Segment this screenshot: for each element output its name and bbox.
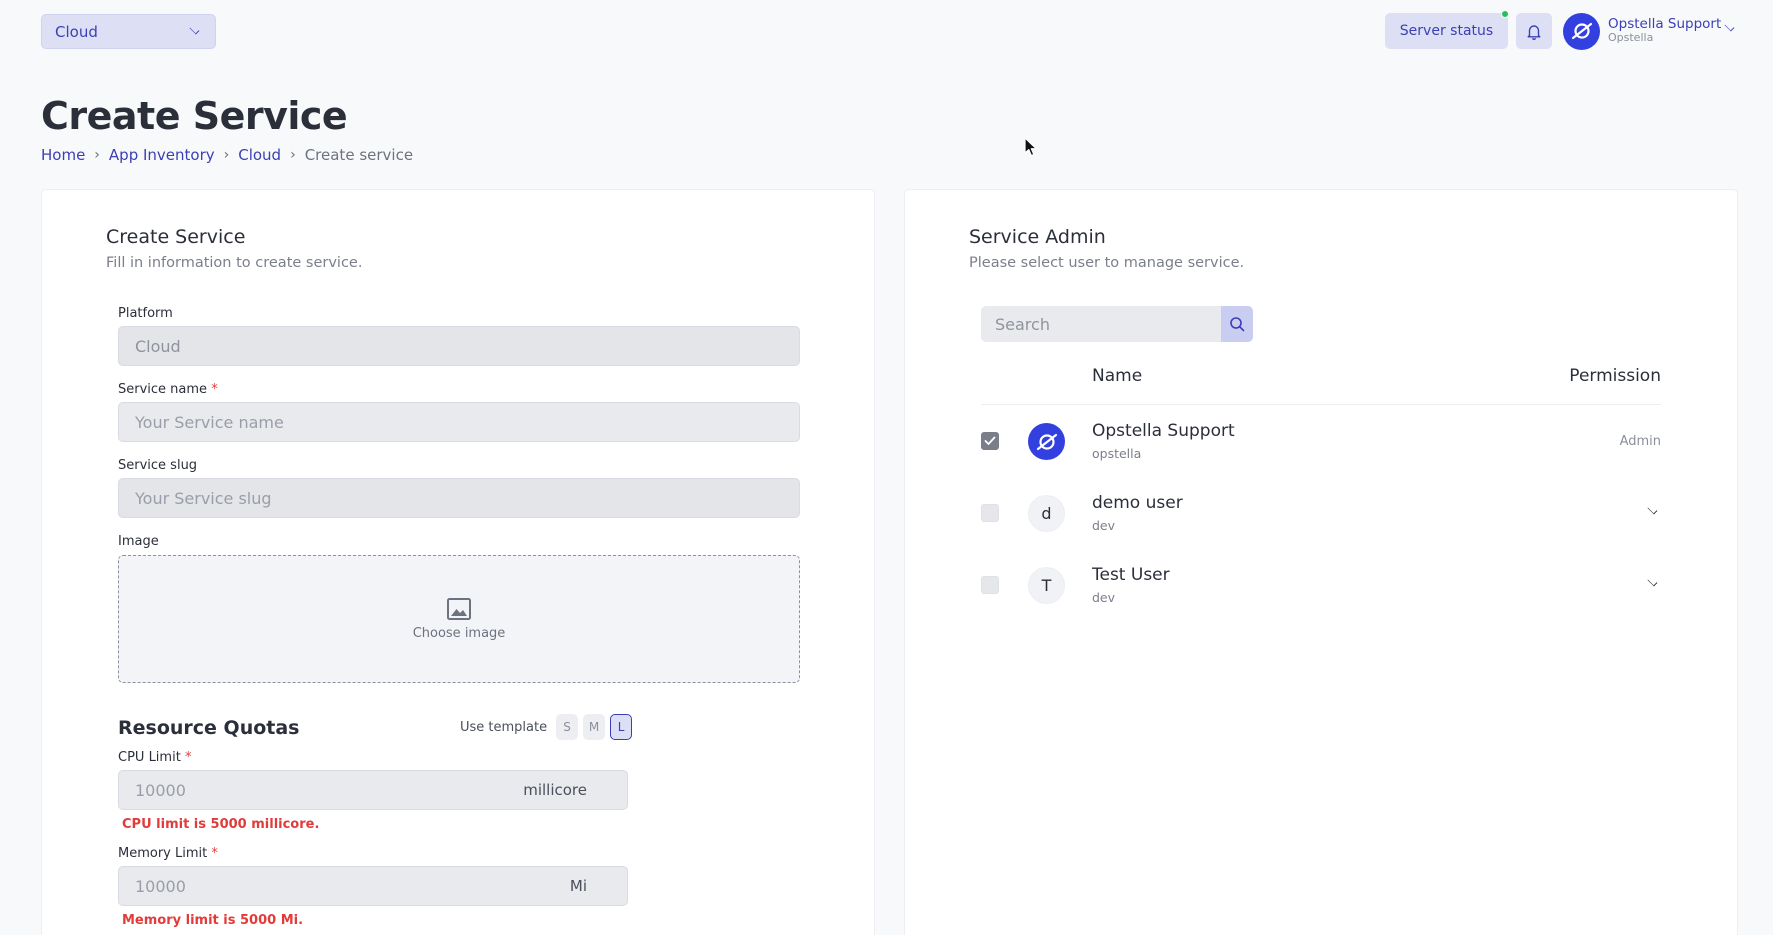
permission-value: Admin [1619, 434, 1661, 449]
choose-image-label: Choose image [412, 625, 506, 641]
search-icon [1230, 317, 1245, 332]
service-admin-subtitle: Please select user to manage service. [969, 255, 1245, 271]
header-divider [981, 404, 1661, 405]
template-s-button[interactable]: S [556, 714, 579, 740]
image-label: Image [118, 534, 159, 549]
breadcrumb-cloud[interactable]: Cloud [238, 146, 281, 164]
permission-dropdown-chevron-down-icon[interactable] [1647, 576, 1658, 587]
chevron-right-icon: › [94, 147, 100, 163]
check-icon [984, 436, 996, 445]
create-service-title: Create Service [106, 226, 246, 248]
user-checkbox[interactable] [981, 576, 999, 594]
memory-limit-label: Memory Limit * [118, 846, 218, 861]
user-name: Opstella Support [1608, 15, 1722, 32]
service-name-input[interactable] [118, 402, 800, 442]
platform-label: Platform [118, 306, 173, 321]
user-menu[interactable]: Opstella Support Opstella [1563, 12, 1735, 50]
user-row-name: Opstella Support [1092, 421, 1235, 441]
notifications-button[interactable] [1516, 13, 1552, 49]
platform-field-value: Cloud [135, 336, 181, 356]
service-name-label: Service name * [118, 382, 218, 397]
column-header-permission: Permission [1569, 366, 1661, 386]
cpu-limit-label: CPU Limit * [118, 750, 191, 765]
user-row-name: Test User [1092, 565, 1170, 585]
user-row-name: demo user [1092, 493, 1183, 513]
bell-icon [1527, 24, 1541, 40]
user-checkbox[interactable] [981, 504, 999, 522]
opstella-logo-icon [1028, 423, 1065, 460]
user-search [981, 306, 1253, 342]
template-m-button[interactable]: M [583, 714, 606, 740]
platform-select[interactable]: Cloud [41, 14, 216, 49]
cursor-icon [1024, 137, 1037, 157]
column-header-name: Name [1092, 366, 1143, 386]
user-search-input[interactable] [981, 306, 1221, 342]
required-marker: * [211, 846, 218, 861]
chevron-right-icon: › [290, 147, 296, 163]
service-slug-label: Service slug [118, 458, 198, 473]
user-row-handle: opstella [1092, 446, 1142, 461]
server-status-label: Server status [1399, 23, 1494, 39]
image-icon [447, 597, 471, 620]
user-checkbox[interactable] [981, 432, 999, 450]
create-service-subtitle: Fill in information to create service. [106, 255, 363, 271]
chevron-right-icon: › [223, 147, 230, 163]
resource-quotas-title: Resource Quotas [118, 717, 300, 739]
avatar: T [1028, 567, 1065, 604]
cpu-limit-error: CPU limit is 5000 millicore. [122, 817, 320, 832]
required-marker: * [211, 382, 218, 397]
cpu-limit-label-text: CPU Limit [118, 750, 181, 765]
memory-limit-label-text: Memory Limit [118, 846, 208, 861]
required-marker: * [184, 750, 192, 765]
chevron-down-icon [1724, 21, 1735, 32]
service-admin-card: Service Admin Please select user to mana… [904, 189, 1738, 935]
breadcrumb: Home › App Inventory › Cloud › Create se… [41, 146, 413, 164]
table-row: d demo user dev [981, 487, 1661, 543]
opstella-logo-icon [1563, 12, 1600, 50]
platform-select-value: Cloud [55, 22, 98, 41]
server-status-button[interactable]: Server status [1385, 10, 1509, 49]
service-slug-input [118, 478, 800, 518]
template-selector: Use template S M L [460, 714, 633, 740]
create-service-card: Create Service Fill in information to cr… [41, 189, 875, 935]
cpu-limit-unit: millicore [523, 781, 587, 799]
breadcrumb-home[interactable]: Home [41, 146, 85, 164]
breadcrumb-current: Create service [304, 146, 414, 164]
table-row: T Test User dev [981, 559, 1661, 615]
user-row-handle: dev [1092, 590, 1116, 605]
cpu-limit-value: 10000 [135, 780, 186, 800]
chevron-down-icon [189, 24, 200, 35]
service-name-label-text: Service name [118, 382, 208, 397]
user-org: Opstella [1608, 31, 1654, 45]
page-title: Create Service [41, 94, 348, 138]
table-row: Opstella Support opstella Admin [981, 415, 1661, 471]
search-button[interactable] [1221, 306, 1253, 342]
image-upload-dropzone[interactable]: Choose image [118, 555, 800, 683]
memory-limit-unit: Mi [569, 877, 587, 895]
status-online-dot [1501, 10, 1509, 18]
platform-field: Cloud [118, 326, 800, 366]
user-row-handle: dev [1092, 518, 1116, 533]
avatar: d [1028, 495, 1065, 532]
service-admin-title: Service Admin [969, 226, 1106, 248]
cpu-limit-input[interactable]: 10000 millicore [118, 770, 628, 810]
memory-limit-value: 10000 [135, 876, 186, 896]
memory-limit-error: Memory limit is 5000 Mi. [122, 913, 304, 928]
memory-limit-input[interactable]: 10000 Mi [118, 866, 628, 906]
template-label: Use template [460, 719, 548, 735]
breadcrumb-app-inventory[interactable]: App Inventory [109, 146, 215, 164]
template-l-button[interactable]: L [610, 714, 633, 740]
permission-dropdown-chevron-down-icon[interactable] [1647, 504, 1658, 515]
